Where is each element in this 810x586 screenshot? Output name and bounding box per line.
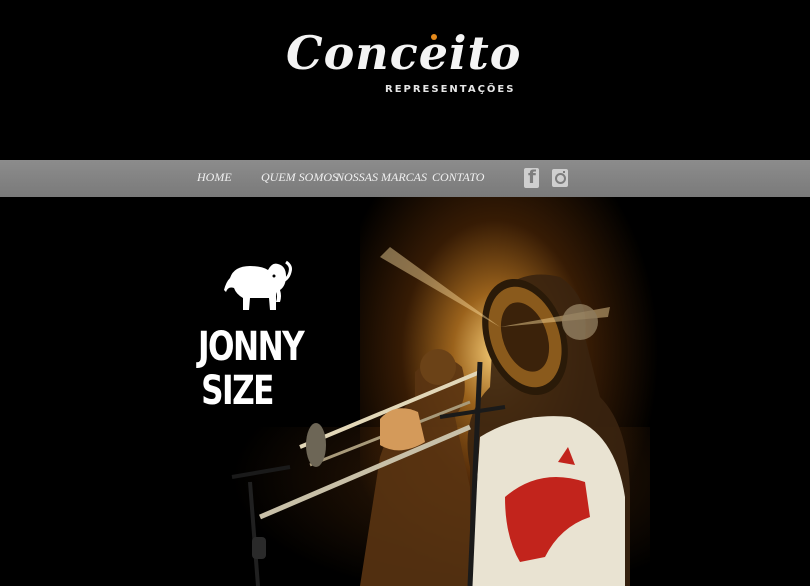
jonny-size-brand: JONNY SIZE bbox=[198, 324, 305, 414]
site-header: Conceito REPRESENTAÇÕES bbox=[0, 0, 810, 160]
logo-subtitle: REPRESENTAÇÕES bbox=[385, 84, 516, 95]
hero-banner[interactable]: JONNY SIZE bbox=[0, 197, 810, 586]
facebook-icon[interactable] bbox=[524, 167, 539, 188]
logo-title: Conceito bbox=[286, 26, 522, 80]
site-logo[interactable]: Conceito bbox=[286, 28, 520, 78]
nav-item-nossas-marcas[interactable]: NOSSAS MARCAS bbox=[336, 170, 427, 185]
instagram-icon[interactable] bbox=[552, 169, 568, 187]
brand-line-2: SIZE bbox=[201, 368, 274, 414]
nav-item-home[interactable]: HOME bbox=[197, 170, 232, 185]
logo-accent-dot bbox=[431, 34, 437, 40]
nav-item-contato[interactable]: CONTATO bbox=[432, 170, 484, 185]
brand-line-1: JONNY bbox=[198, 324, 305, 370]
nav-item-quem-somos[interactable]: QUEM SOMOS bbox=[261, 170, 338, 185]
band-photo bbox=[231, 247, 630, 586]
elephant-logo-icon bbox=[224, 260, 292, 310]
